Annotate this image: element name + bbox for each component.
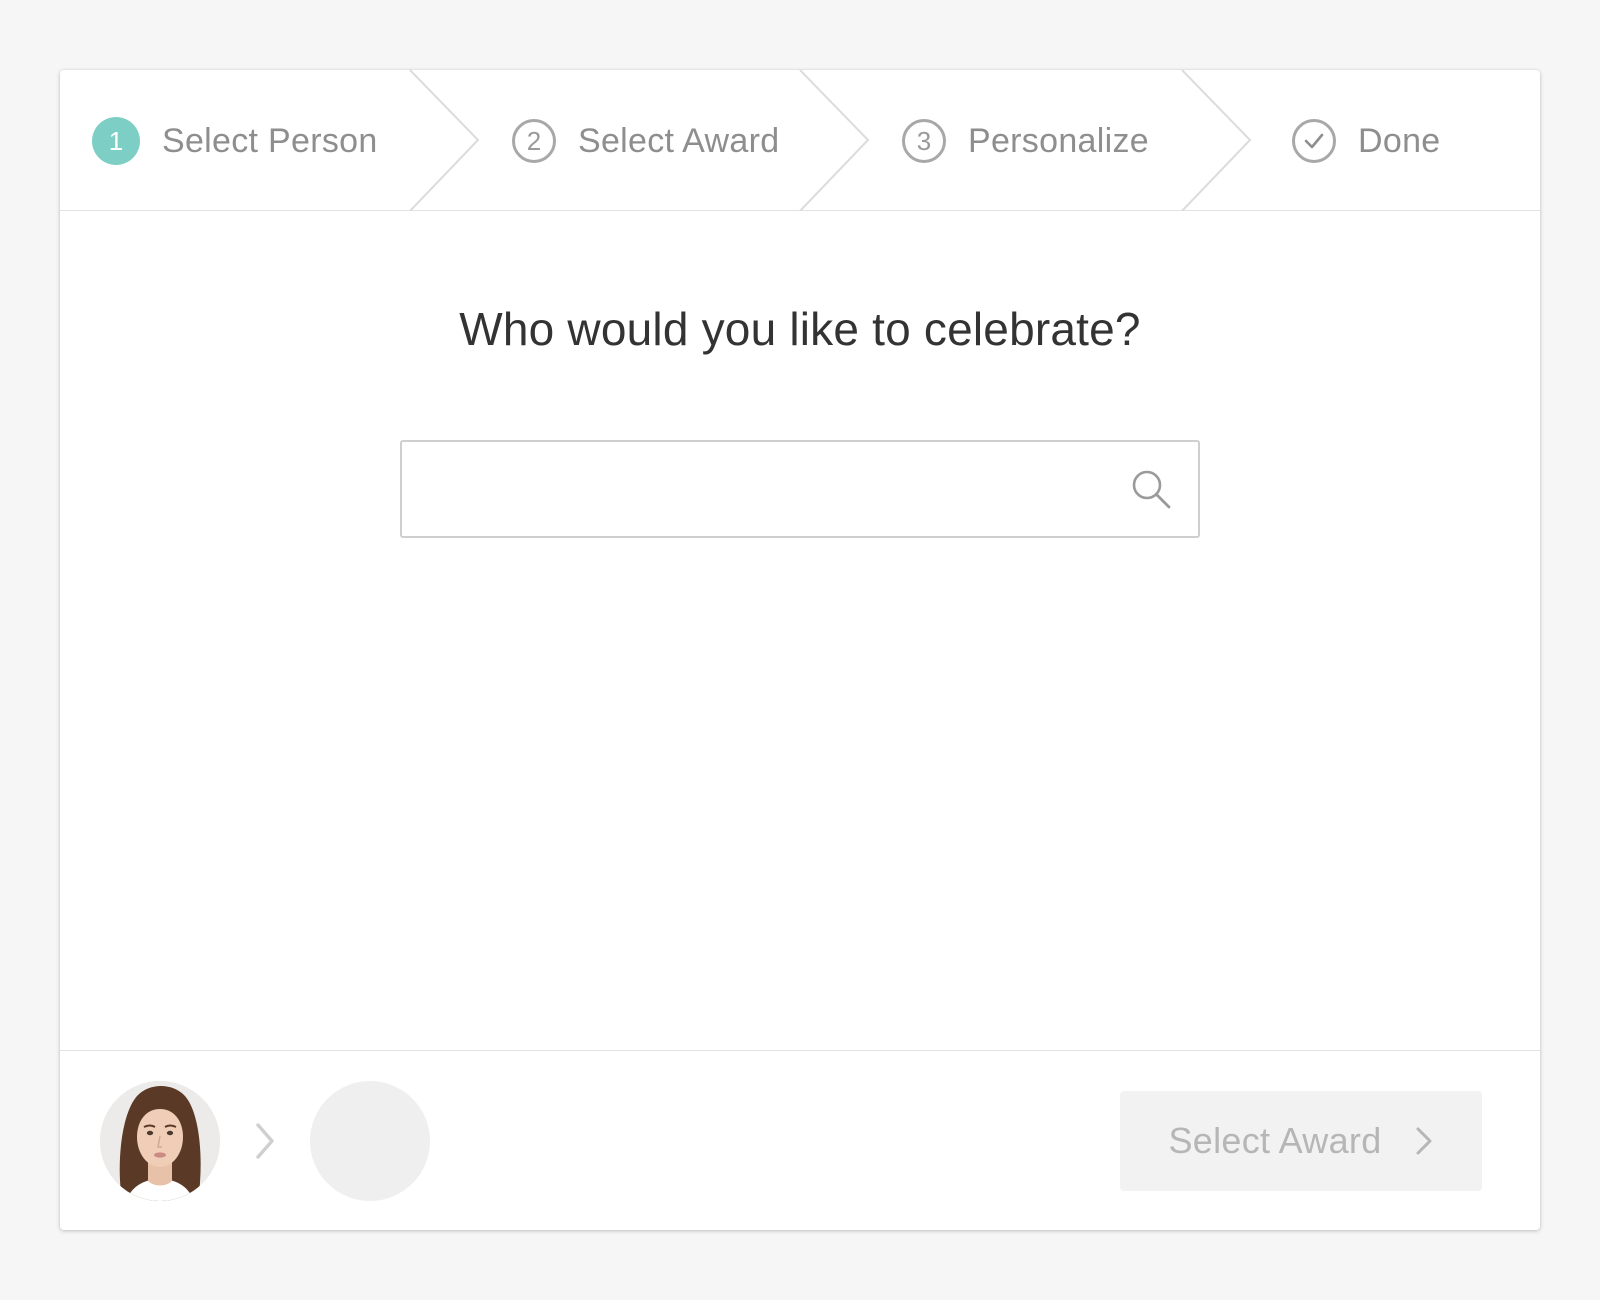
avatar: [100, 1081, 220, 1201]
celebration-wizard-card: 1 Select Person 2 Select Award 3 Persona…: [60, 70, 1540, 1230]
step-number-badge: 1: [92, 117, 140, 165]
person-search-box: [400, 440, 1200, 538]
button-label: Select Award: [1168, 1120, 1382, 1161]
step-done[interactable]: Done: [1292, 116, 1440, 166]
step-personalize[interactable]: 3 Personalize: [902, 116, 1149, 166]
step-select-award[interactable]: 2 Select Award: [512, 116, 779, 166]
search-icon[interactable]: [1130, 468, 1172, 510]
person-photo: [100, 1081, 220, 1201]
step-number-badge: 3: [902, 119, 946, 163]
wizard-footer: Select Award: [60, 1050, 1540, 1230]
step-label: Personalize: [968, 121, 1149, 160]
step-label: Select Person: [162, 121, 378, 160]
chevron-right-icon: [256, 1123, 274, 1159]
step-select-person[interactable]: 1 Select Person: [92, 116, 378, 166]
check-icon: [1292, 119, 1336, 163]
step-number-badge: 2: [512, 119, 556, 163]
select-award-button[interactable]: Select Award: [1120, 1091, 1482, 1191]
award-placeholder: [310, 1081, 430, 1201]
person-search-input[interactable]: [422, 442, 1106, 538]
step-label: Select Award: [578, 121, 780, 160]
chevron-right-icon: [1416, 1127, 1432, 1155]
page-title: Who would you like to celebrate?: [459, 303, 1141, 355]
step-label: Done: [1358, 121, 1441, 160]
wizard-stepper: 1 Select Person 2 Select Award 3 Persona…: [60, 70, 1540, 211]
